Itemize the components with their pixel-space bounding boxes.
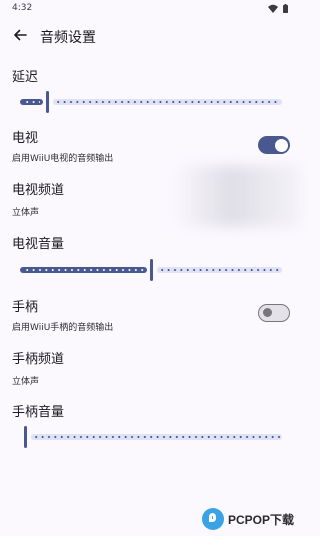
gamepad-channel-row[interactable]: 手柄频道 立体声: [0, 343, 300, 389]
slider-thumb[interactable]: [150, 259, 153, 281]
slider-active-ticks: [24, 269, 144, 271]
delay-slider[interactable]: [20, 91, 282, 113]
tv-audio-row[interactable]: 电视 启用WiiU电视的音频输出: [0, 122, 300, 164]
tv-label: 电视: [12, 131, 39, 146]
switch-knob: [274, 138, 288, 152]
tv-volume-slider[interactable]: [20, 259, 282, 281]
battery-icon: [283, 4, 288, 13]
tv-audio-switch[interactable]: [258, 136, 290, 154]
gamepad-audio-row[interactable]: 手柄 启用WiiU手柄的音频输出: [0, 292, 300, 334]
delay-label: 延迟: [12, 70, 39, 85]
gamepad-audio-switch[interactable]: [258, 304, 290, 322]
back-button[interactable]: [8, 24, 32, 48]
app-bar: 音频设置: [0, 20, 300, 54]
watermark: PCPOP下载: [201, 508, 294, 530]
switch-knob: [263, 308, 272, 317]
status-time: 4:32: [12, 3, 33, 13]
slider-thumb[interactable]: [24, 426, 27, 448]
blur-overlay: [175, 166, 300, 226]
tv-channel-value: 立体声: [12, 208, 40, 218]
gamepad-description: 启用WiiU手柄的音频输出: [12, 323, 114, 333]
tv-description: 启用WiiU电视的音频输出: [12, 154, 114, 164]
pcpop-logo-icon: [201, 508, 224, 530]
tv-channel-label: 电视频道: [12, 183, 65, 198]
watermark-text: PCPOP下载: [227, 512, 294, 527]
slider-active-ticks: [24, 101, 40, 103]
slider-inactive-ticks: [159, 269, 280, 271]
gamepad-channel-label: 手柄频道: [12, 352, 65, 367]
tv-volume-label: 电视音量: [12, 237, 65, 252]
gamepad-label: 手柄: [12, 300, 39, 315]
slider-thumb[interactable]: [46, 91, 49, 113]
gamepad-volume-label: 手柄音量: [12, 405, 65, 420]
status-icons: [268, 4, 288, 13]
gamepad-channel-value: 立体声: [12, 377, 40, 387]
wifi-icon: [268, 4, 278, 13]
arrow-left-icon: [13, 27, 27, 46]
page-title: 音频设置: [40, 30, 96, 46]
gamepad-volume-slider[interactable]: [24, 426, 282, 448]
slider-inactive-ticks: [55, 101, 280, 103]
status-bar: 4:32: [0, 0, 300, 18]
slider-inactive-ticks: [33, 436, 280, 438]
